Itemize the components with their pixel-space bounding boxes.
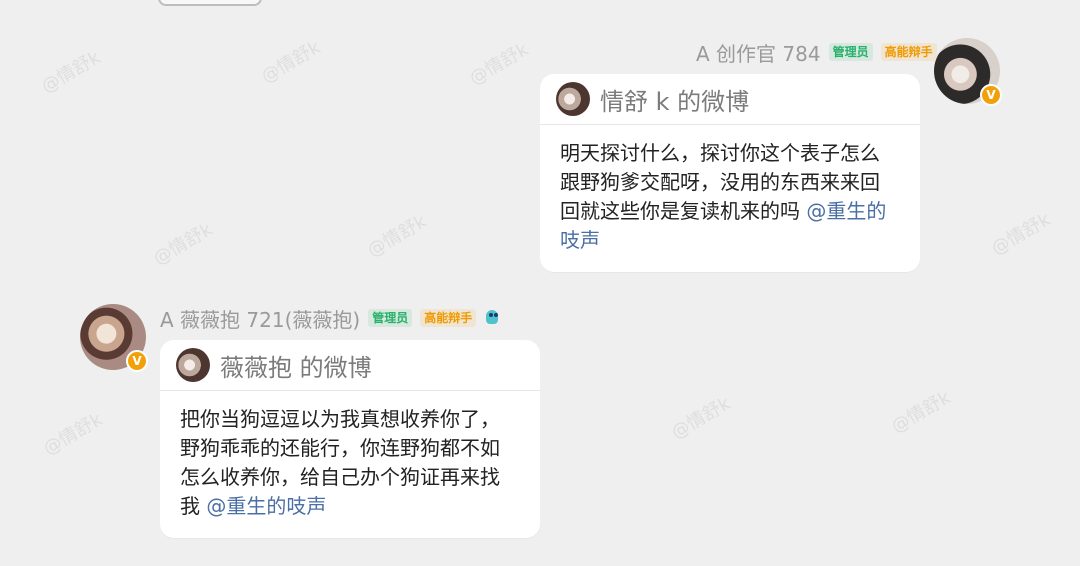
mention-link[interactable]: @重生的 [806,199,886,223]
mascot-icon [484,308,500,328]
watermark: @情舒k [465,39,533,90]
card-title: 情舒 k 的微博 [600,87,750,116]
verified-v-icon: V [126,350,148,372]
sender-name: A 创作官 784 [696,41,821,66]
card-header: 薇薇抱 的微博 [160,340,540,391]
mention-link[interactable]: @重生的吱声 [206,494,326,518]
card-header: 情舒 k 的微博 [540,74,920,125]
avatar-left[interactable]: V [80,304,148,372]
sender-line-right: A 创作官 784 管理员 高能辩手 [696,38,937,66]
watermark: @情舒k [987,209,1055,260]
shared-post-card-right[interactable]: 情舒 k 的微博 明天探讨什么，探讨你这个表子怎么 跟野狗爹交配呀，没用的东西来… [540,74,920,272]
card-title: 薇薇抱 的微博 [220,353,372,382]
skill-badge: 高能辩手 [880,43,937,61]
watermark: @情舒k [149,219,217,270]
admin-badge: 管理员 [368,309,413,327]
verified-v-icon: V [980,84,1002,106]
shared-post-card-left[interactable]: 薇薇抱 的微博 把你当狗逗逗以为我真想收养你了， 野狗乖乖的还能行，你连野狗都不… [160,340,540,538]
watermark: @情舒k [37,47,105,98]
card-avatar [556,82,590,116]
card-body: 把你当狗逗逗以为我真想收养你了， 野狗乖乖的还能行，你连野狗都不如 怎么收养你，… [160,391,540,521]
sender-line-left: A 薇薇抱 721(薇薇抱) 管理员 高能辩手 [160,304,500,332]
watermark: @情舒k [257,37,325,88]
watermark: @情舒k [667,393,735,444]
avatar-right[interactable]: V [934,38,1002,106]
admin-badge: 管理员 [828,43,873,61]
watermark: @情舒k [39,409,107,460]
watermark: @情舒k [363,211,431,262]
previous-card-fragment [158,0,262,6]
skill-badge: 高能辩手 [420,309,477,327]
card-body: 明天探讨什么，探讨你这个表子怎么 跟野狗爹交配呀，没用的东西来来回 回就这些你是… [540,125,920,255]
sender-name: A 薇薇抱 721(薇薇抱) [160,307,361,332]
card-avatar [176,348,210,382]
mention-link-continuation[interactable]: 吱声 [560,228,600,252]
watermark: @情舒k [887,387,955,438]
